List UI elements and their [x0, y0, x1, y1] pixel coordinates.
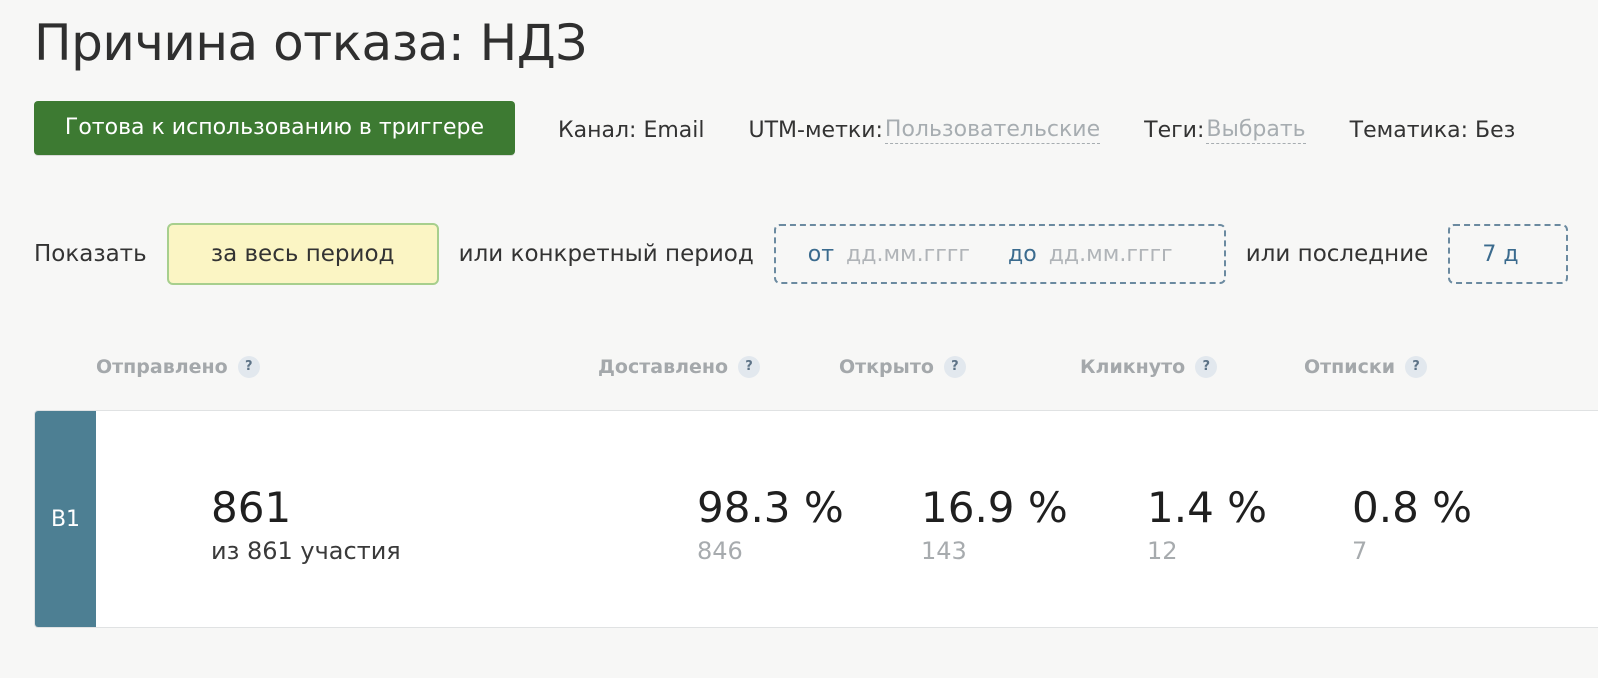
help-icon[interactable]: ?	[1195, 356, 1218, 378]
delivered-header-label: Доставлено	[598, 356, 729, 378]
opened-column-header: Открыто ?	[839, 356, 966, 378]
sent-value: 861	[211, 483, 292, 532]
channel-value: Email	[643, 117, 705, 143]
delivered-percent: 98.3 %	[697, 483, 844, 532]
unsubscribed-count: 7	[1352, 537, 1368, 565]
tags-meta: Теги: Выбрать	[1144, 117, 1306, 144]
clicked-count: 12	[1147, 537, 1178, 565]
specific-period-label: или конкретный период	[458, 241, 754, 267]
all-time-button[interactable]: за весь период	[166, 223, 439, 285]
date-to-input[interactable]	[1048, 241, 1199, 267]
clicked-header-label: Кликнуто	[1080, 356, 1186, 378]
date-to-label: до	[1008, 241, 1037, 267]
topic-meta: Тематика: Без	[1350, 118, 1516, 143]
delivered-column-header: Доставлено ?	[598, 356, 761, 378]
period-filter: Показать за весь период или конкретный п…	[34, 222, 1569, 286]
date-range-picker: от до	[773, 224, 1226, 284]
trigger-ready-button[interactable]: Готова к использованию в триггере	[34, 101, 515, 155]
help-icon[interactable]: ?	[1405, 356, 1428, 378]
delivered-count: 846	[697, 537, 743, 565]
utm-link[interactable]: Пользовательские	[884, 117, 1101, 144]
stats-row-card: B1 861 из 861 участия 98.3 % 846 16.9 % …	[34, 410, 1598, 628]
unsubscribed-header-label: Отписки	[1304, 356, 1396, 378]
tags-link[interactable]: Выбрать	[1206, 117, 1306, 144]
unsubscribed-percent: 0.8 %	[1352, 483, 1473, 532]
date-from-input[interactable]	[846, 241, 997, 267]
sent-subtext: из 861 участия	[211, 537, 401, 565]
topic-label: Тематика:	[1349, 117, 1469, 143]
opened-header-label: Открыто	[839, 356, 934, 378]
clicked-percent: 1.4 %	[1147, 483, 1268, 532]
opened-count: 143	[921, 537, 967, 565]
campaign-meta: Канал: Email UTM-метки: Пользовательские…	[558, 113, 1559, 147]
opened-percent: 16.9 %	[921, 483, 1068, 532]
show-label: Показать	[34, 241, 147, 267]
date-from-label: от	[807, 241, 835, 267]
topic-value[interactable]: Без	[1475, 118, 1515, 143]
sent-header-label: Отправлено	[96, 356, 228, 378]
channel-meta: Канал: Email	[558, 118, 705, 143]
help-icon[interactable]: ?	[237, 356, 260, 378]
variant-badge: B1	[35, 411, 96, 627]
help-icon[interactable]: ?	[943, 356, 966, 378]
last-days-selector[interactable]: 7 д	[1448, 224, 1569, 284]
utm-meta: UTM-метки: Пользовательские	[749, 117, 1101, 144]
channel-label: Канал:	[558, 117, 637, 143]
sent-column-header: Отправлено ?	[96, 356, 260, 378]
clicked-column-header: Кликнуто ?	[1080, 356, 1218, 378]
last-period-label: или последние	[1245, 241, 1429, 267]
utm-label: UTM-метки:	[748, 117, 883, 143]
help-icon[interactable]: ?	[738, 356, 761, 378]
tags-label: Теги:	[1144, 117, 1205, 143]
page-title: Причина отказа: НДЗ	[34, 14, 587, 72]
unsubscribed-column-header: Отписки ?	[1304, 356, 1428, 378]
